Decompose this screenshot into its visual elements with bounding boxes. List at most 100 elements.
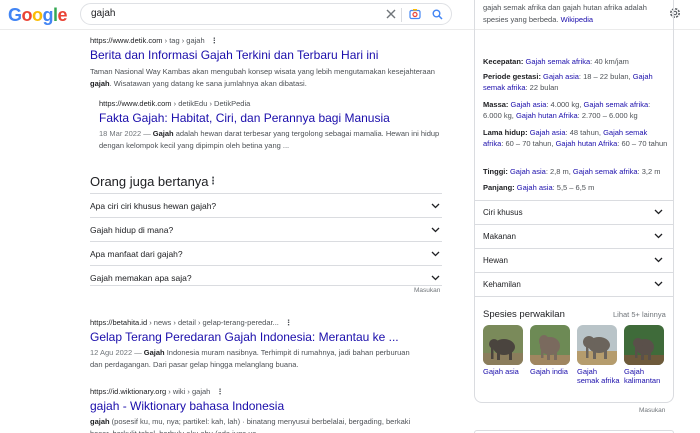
chevron-down-icon <box>654 256 663 265</box>
result-url[interactable]: https://www.detik.com › tag › gajah ⋮ <box>90 36 450 45</box>
url-domain: https://betahita.id <box>90 318 148 327</box>
fact-label: Massa: <box>483 100 509 109</box>
result-title[interactable]: Gelap Terang Peredaran Gajah Indonesia: … <box>90 330 450 344</box>
paa-question-text: Apa ciri ciri khusus hewan gajah? <box>90 201 217 211</box>
snippet-highlight: Gajah <box>143 348 165 357</box>
fact-link[interactable]: Gajah semak afrika <box>526 57 591 66</box>
species-thumbnail[interactable] <box>577 325 617 365</box>
fact-panjang: Panjang: Gajah asia: 5,5 – 6,5 m <box>483 182 669 193</box>
more-options-icon[interactable]: ⋮ <box>211 36 219 45</box>
result-url[interactable]: https://www.detik.com › detikEdu › Detik… <box>99 99 449 108</box>
fact-link[interactable]: Gajah asia <box>530 128 566 137</box>
kp-section-label: Hewan <box>483 256 508 265</box>
logo-letter: e <box>57 5 68 25</box>
fact-label: Panjang: <box>483 183 515 192</box>
chevron-down-icon <box>431 225 440 235</box>
search-input[interactable]: gajah <box>80 3 452 25</box>
chevron-down-icon <box>431 201 440 211</box>
fact-lama-hidup: Lama hidup: Gajah asia: 48 tahun, Gajah … <box>483 127 669 149</box>
search-result: https://www.detik.com › detikEdu › Detik… <box>99 99 449 152</box>
kp-section-hewan[interactable]: Hewan <box>475 248 673 272</box>
search-result: https://betahita.id › news › detail › ge… <box>90 318 450 371</box>
kp-description: gajah semak afrika dan gajah hutan afrik… <box>483 2 669 26</box>
chevron-down-icon <box>431 273 440 283</box>
fact-value: : 60 – 70 tahun <box>617 139 668 148</box>
fact-link[interactable]: Gajah asia <box>510 167 546 176</box>
fact-link[interactable]: Gajah asia <box>511 100 547 109</box>
result-title[interactable]: Berita dan Informasi Gajah Terkini dan T… <box>90 48 450 62</box>
clear-icon[interactable] <box>383 6 399 22</box>
chevron-down-icon <box>431 249 440 259</box>
species-title: Spesies perwakilan <box>483 309 565 320</box>
chevron-down-icon <box>654 280 663 289</box>
fact-value: : 22 bulan <box>525 83 559 92</box>
species-thumbnail[interactable] <box>624 325 664 365</box>
kp-section-ciri-khusus[interactable]: Ciri khusus <box>475 200 673 224</box>
fact-link[interactable]: Gajah semak afrika <box>573 167 638 176</box>
species-thumbnail[interactable] <box>530 325 570 365</box>
result-date: 12 Agu 2022 — <box>90 348 144 357</box>
feedback-link[interactable]: Masukan <box>639 407 665 414</box>
species-label[interactable]: Gajah kalimantan <box>624 367 668 385</box>
fact-link[interactable]: Gajah asia <box>543 72 579 81</box>
search-icon[interactable] <box>429 6 445 22</box>
kp-section-kehamilan[interactable]: Kehamilan <box>475 272 673 296</box>
more-options-icon[interactable]: ⋮ <box>216 387 224 396</box>
see-more-link[interactable]: Lihat 5+ lainnya <box>613 310 666 319</box>
fact-label: Tinggi: <box>483 167 508 176</box>
url-path: › wiki › gajah <box>166 387 211 396</box>
chevron-down-icon <box>654 232 663 241</box>
search-result: https://id.wiktionary.org › wiki › gajah… <box>90 387 450 433</box>
paa-title: Orang juga bertanya <box>90 174 209 189</box>
fact-kecepatan: Kecepatan: Gajah semak afrika: 40 km/jam <box>483 56 669 67</box>
url-domain: https://www.detik.com <box>99 99 172 108</box>
result-url[interactable]: https://id.wiktionary.org › wiki › gajah… <box>90 387 450 396</box>
url-domain: https://www.detik.com <box>90 36 163 45</box>
feedback-link[interactable]: Masukan <box>414 287 440 294</box>
snippet-text: . Wisatawan yang datang ke sana jumlahny… <box>109 79 307 88</box>
result-date: 18 Mar 2022 — <box>99 129 153 138</box>
species-thumbnail[interactable] <box>483 325 523 365</box>
logo-letter: G <box>8 5 22 25</box>
species-label[interactable]: Gajah asia <box>483 367 527 376</box>
fact-label: Periode gestasi: <box>483 72 541 81</box>
more-options-icon[interactable]: ⋮ <box>208 176 218 187</box>
fact-value: : 2,8 m, <box>545 167 571 176</box>
result-title[interactable]: Fakta Gajah: Habitat, Ciri, dan Perannya… <box>99 111 449 125</box>
paa-question[interactable]: Apa manfaat dari gajah? <box>90 241 442 265</box>
paa-question[interactable]: Gajah hidup di mana? <box>90 217 442 241</box>
google-logo[interactable]: Google <box>8 5 68 26</box>
result-snippet: gajah (posesif ku, mu, nya; partikel: ka… <box>90 416 420 433</box>
fact-link[interactable]: Gajah asia <box>517 183 553 192</box>
wikipedia-link[interactable]: Wikipedia <box>561 15 594 24</box>
result-snippet: Taman Nasional Way Kambas akan mengubah … <box>90 66 442 90</box>
divider <box>475 296 673 297</box>
logo-letter: o <box>32 5 43 25</box>
url-path: › news › detail › gelap-terang-peredar..… <box>147 318 279 327</box>
camera-lens-icon[interactable] <box>407 6 423 22</box>
more-options-icon[interactable]: ⋮ <box>285 318 293 327</box>
snippet-highlight: Gajah <box>152 129 174 138</box>
fact-label: Lama hidup: <box>483 128 528 137</box>
fact-value: : 4.000 kg, <box>546 100 582 109</box>
kp-section-makanan[interactable]: Makanan <box>475 224 673 248</box>
fact-link[interactable]: Gajah semak afrika <box>584 100 649 109</box>
species-label[interactable]: Gajah semak afrika <box>577 367 621 385</box>
result-snippet: 18 Mar 2022 — Gajah adalah hewan darat t… <box>99 128 444 152</box>
species-label[interactable]: Gajah india <box>530 367 574 376</box>
result-url[interactable]: https://betahita.id › news › detail › ge… <box>90 318 450 327</box>
url-path: › detikEdu › DetikPedia <box>171 99 251 108</box>
fact-tinggi: Tinggi: Gajah asia: 2,8 m, Gajah semak a… <box>483 166 669 177</box>
fact-label: Kecepatan: <box>483 57 524 66</box>
search-query[interactable]: gajah <box>91 8 115 19</box>
kp-section-label: Makanan <box>483 232 516 241</box>
result-title[interactable]: gajah - Wiktionary bahasa Indonesia <box>90 399 450 413</box>
fact-value: : 5,5 – 6,5 m <box>552 183 595 192</box>
fact-link[interactable]: Gajah hutan Afrika <box>556 139 618 148</box>
paa-question[interactable]: Apa ciri ciri khusus hewan gajah? <box>90 193 442 217</box>
kp-section-label: Ciri khusus <box>483 208 523 217</box>
divider <box>90 285 442 286</box>
url-domain: https://id.wiktionary.org <box>90 387 167 396</box>
fact-link[interactable]: Gajah hutan Afrika <box>516 111 578 120</box>
paa-question-text: Gajah memakan apa saja? <box>90 273 192 283</box>
